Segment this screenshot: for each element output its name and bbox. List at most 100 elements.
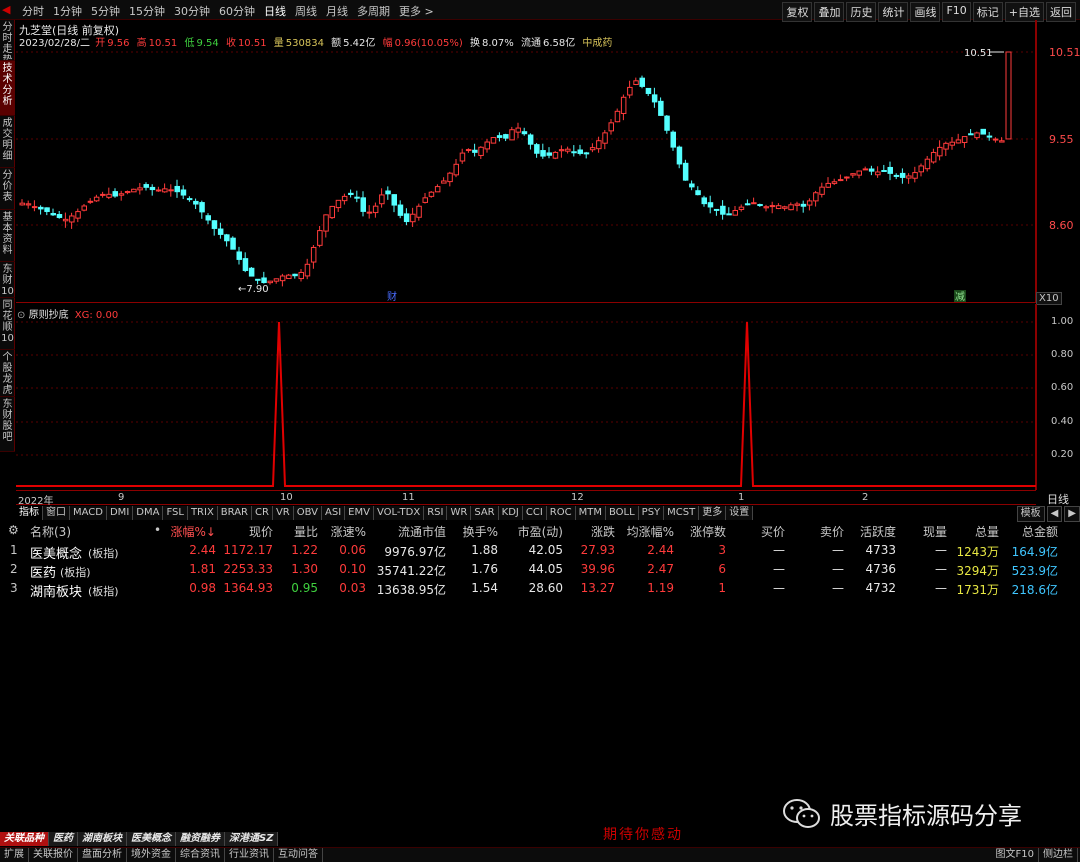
indicator-tab[interactable]: MCST: [664, 506, 700, 520]
indicator-tab[interactable]: FSL: [163, 506, 188, 520]
bottom-tab[interactable]: 深港通SZ: [225, 832, 279, 846]
period-tab[interactable]: 1分钟: [53, 3, 82, 19]
period-tab[interactable]: 5分钟: [91, 3, 120, 19]
status-right-button[interactable]: 图文F10: [992, 848, 1039, 862]
indicator-tab[interactable]: BRAR: [217, 506, 252, 520]
column-header[interactable]: •: [154, 523, 161, 537]
toolbar-button[interactable]: 返回: [1046, 2, 1076, 22]
indicator-tab[interactable]: VR: [272, 506, 294, 520]
status-button[interactable]: 盘面分析: [78, 848, 127, 862]
column-header[interactable]: 总金额: [1022, 523, 1058, 540]
status-button[interactable]: 境外资金: [127, 848, 176, 862]
column-header[interactable]: 名称(3): [30, 523, 71, 540]
toolbar-button[interactable]: 叠加: [814, 2, 845, 22]
toolbar-button[interactable]: 统计: [878, 2, 909, 22]
indicator-chart[interactable]: ⊙ 原则抄底 XG: 0.00: [16, 304, 1036, 490]
indicator-tab[interactable]: ROC: [546, 506, 576, 520]
sidebar-tab[interactable]: 分价表: [0, 168, 15, 210]
period-tab[interactable]: 60分钟: [219, 3, 255, 19]
period-tab[interactable]: 15分钟: [129, 3, 165, 19]
indicator-nav[interactable]: ▶: [1064, 506, 1080, 522]
gear-icon[interactable]: ⚙: [8, 523, 19, 537]
row-name[interactable]: 湖南板块: [30, 581, 82, 600]
period-tab[interactable]: 月线: [326, 3, 348, 19]
toolbar-button[interactable]: +自选: [1004, 2, 1044, 22]
indicator-tab[interactable]: KDJ: [498, 506, 523, 520]
indicator-tab[interactable]: 更多: [699, 506, 727, 520]
bottom-tab[interactable]: 医美概念: [127, 832, 176, 846]
bottom-tab[interactable]: 医药: [49, 832, 78, 846]
toolbar-button[interactable]: 画线: [910, 2, 941, 22]
column-header[interactable]: 换手%: [463, 523, 498, 540]
indicator-tab[interactable]: TRIX: [187, 506, 218, 520]
indicator-tab[interactable]: OBV: [293, 506, 322, 520]
period-tab[interactable]: 更多 >: [399, 3, 434, 19]
status-button[interactable]: 扩展: [0, 848, 29, 862]
indicator-tab[interactable]: DMI: [106, 506, 134, 520]
indicator-tab[interactable]: PSY: [638, 506, 665, 520]
status-button[interactable]: 关联报价: [29, 848, 78, 862]
back-arrow-icon[interactable]: ◀: [2, 3, 10, 16]
indicator-tab[interactable]: 设置: [726, 506, 754, 520]
period-tab[interactable]: 周线: [295, 3, 317, 19]
period-tab[interactable]: 30分钟: [174, 3, 210, 19]
sidebar-tab[interactable]: 技术分析: [0, 61, 15, 116]
column-header[interactable]: 买价: [761, 523, 785, 540]
column-header[interactable]: 量比: [294, 523, 318, 540]
column-header[interactable]: 总量: [975, 523, 999, 540]
indicator-tab[interactable]: WR: [447, 506, 472, 520]
bottom-tab[interactable]: 湖南板块: [78, 832, 127, 846]
indicator-tab[interactable]: MTM: [575, 506, 606, 520]
sidebar-tab[interactable]: 同花顺10: [0, 298, 15, 350]
sidebar-tab[interactable]: 成交明细: [0, 116, 15, 168]
column-header[interactable]: 涨幅%↓: [171, 523, 216, 540]
status-button[interactable]: 行业资讯: [225, 848, 274, 862]
column-header[interactable]: 卖价: [820, 523, 844, 540]
indicator-tab[interactable]: BOLL: [605, 506, 639, 520]
indicator-tab[interactable]: CR: [252, 506, 273, 520]
column-header[interactable]: 活跃度: [860, 523, 896, 540]
period-tab[interactable]: 多周期: [357, 3, 390, 19]
sidebar-tab[interactable]: 个股龙虎: [0, 350, 15, 397]
table-row[interactable]: 2 医药 (板指) 1.81 2253.33 1.30 0.10 35741.22亿 1.76 4…: [0, 559, 1080, 581]
period-tab[interactable]: 日线: [264, 3, 286, 19]
toolbar-button[interactable]: F10: [942, 2, 971, 22]
table-row[interactable]: 3 湖南板块 (板指) 0.98 1364.93 0.95 0.03 13638.95亿 1.5…: [0, 578, 1080, 600]
column-header[interactable]: 涨跌: [591, 523, 615, 540]
indicator-tab[interactable]: EMV: [345, 506, 374, 520]
period-tab[interactable]: 分时: [22, 3, 44, 19]
column-header[interactable]: 涨速%: [331, 523, 366, 540]
indicator-tab[interactable]: VOL-TDX: [373, 506, 425, 520]
column-header[interactable]: 涨停数: [690, 523, 726, 540]
toolbar-button[interactable]: 复权: [782, 2, 813, 22]
indicator-tab[interactable]: CCI: [522, 506, 547, 520]
status-button[interactable]: 综合资讯: [176, 848, 225, 862]
table-row[interactable]: 1 医美概念 (板指) 2.44 1172.17 1.22 0.06 9976.97亿 1.88…: [0, 540, 1080, 562]
indicator-tab[interactable]: RSI: [424, 506, 448, 520]
indicator-tab[interactable]: DMA: [133, 506, 164, 520]
indicator-tab[interactable]: 指标: [16, 506, 43, 520]
indicator-tab[interactable]: MACD: [70, 506, 107, 520]
column-header[interactable]: 市盈(动): [518, 523, 563, 540]
sidebar-tab[interactable]: 基本资料: [0, 210, 15, 262]
bottom-tab[interactable]: 融资融券: [176, 832, 225, 846]
candlestick-chart[interactable]: 九芝堂(日线 前复权) 2023/02/28/二 开 9.56 高 10.51 低9…: [16, 20, 1036, 303]
column-header[interactable]: 流通市值: [398, 523, 446, 540]
period-label[interactable]: 日线: [1036, 491, 1080, 506]
indicator-tab[interactable]: SAR: [471, 506, 499, 520]
sidebar-tab[interactable]: 东财股吧: [0, 397, 15, 452]
indicator-nav[interactable]: 模板: [1016, 506, 1045, 522]
column-header[interactable]: 现价: [249, 523, 273, 540]
status-right-button[interactable]: 侧边栏: [1039, 848, 1078, 862]
indicator-nav[interactable]: ◀: [1046, 506, 1063, 522]
sidebar-tab[interactable]: 东财10: [0, 262, 15, 298]
bottom-tab[interactable]: 关联品种: [0, 832, 49, 846]
column-header[interactable]: 现量: [923, 523, 947, 540]
indicator-tab[interactable]: ASI: [322, 506, 346, 520]
toolbar-button[interactable]: 标记: [972, 2, 1003, 22]
sidebar-tab[interactable]: 分时走势: [0, 20, 15, 61]
column-header[interactable]: 均涨幅%: [627, 523, 674, 540]
indicator-tab[interactable]: 窗口: [43, 506, 70, 520]
toolbar-button[interactable]: 历史: [846, 2, 877, 22]
status-button[interactable]: 互动问答: [274, 848, 323, 862]
